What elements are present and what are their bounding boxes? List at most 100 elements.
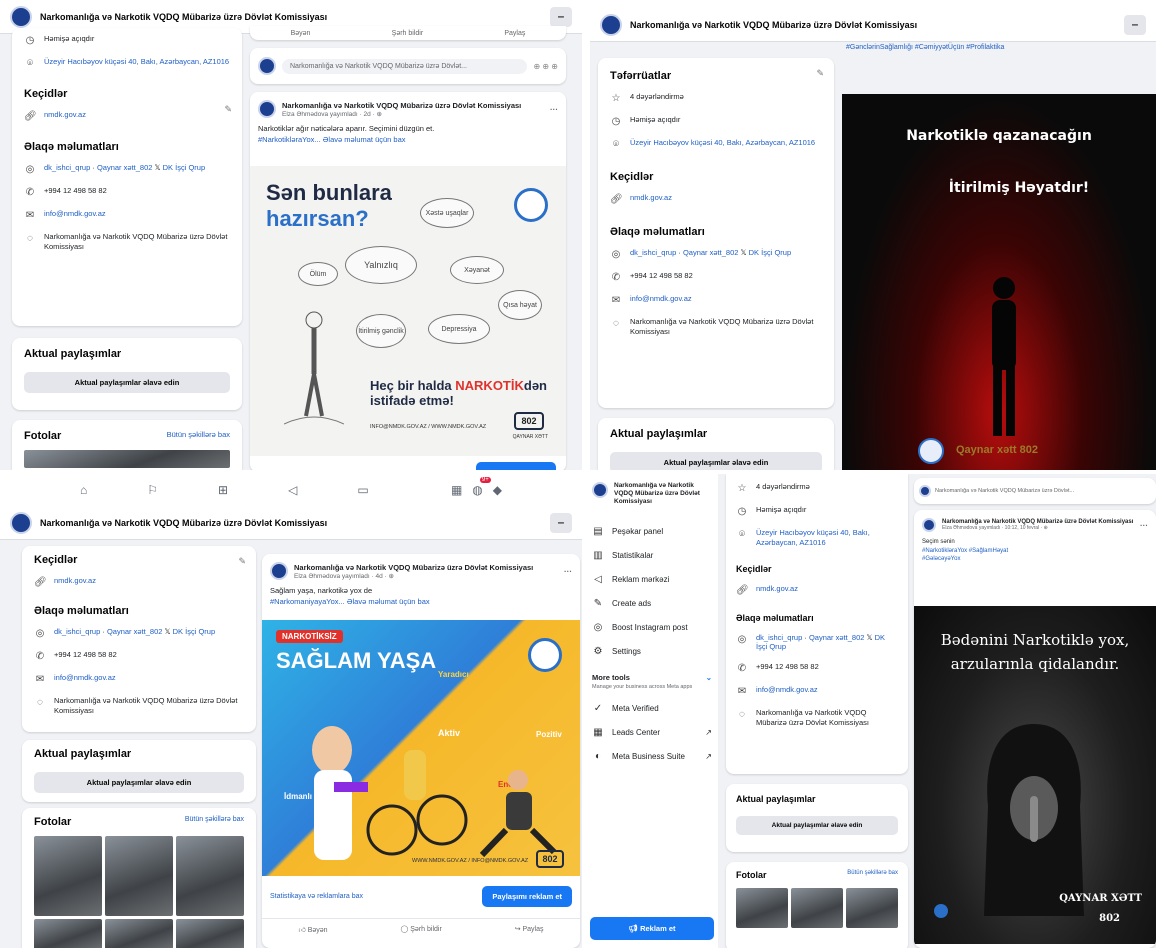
see-all-photos-link[interactable]: Bütün şəkillərə bax xyxy=(185,816,244,828)
post-meta: Elza Əhmədova yayımladı · 10:12, 10 fevr… xyxy=(942,525,1048,531)
address-row: ⌾ Üzeyir Hacıbəyov küçəsi 40, Bakı, Azərb… xyxy=(24,57,230,70)
share-button[interactable]: Paylaş xyxy=(504,30,525,37)
nav-page-title[interactable]: Narkomanlığa və Narkotik VQDQ Mübarizə ü… xyxy=(614,482,712,506)
marketplace-icon[interactable]: ⊞ xyxy=(218,483,228,497)
post-meta: Elza Əhmədova yayımladı · 4d · ⊕ xyxy=(294,572,394,580)
bell-icon[interactable]: ◆ xyxy=(493,483,502,497)
divider xyxy=(582,0,590,474)
edit-pencil-icon[interactable]: ✎ xyxy=(224,104,232,115)
notification-badge: 9+ xyxy=(479,477,491,483)
page-title: Narkomanlığa və Narkotik VQDQ Mübarizə ü… xyxy=(630,19,918,30)
comment-button[interactable]: Şərh bildir xyxy=(392,30,424,37)
see-all-photos-link[interactable]: Bütün şəkillərə bax xyxy=(847,870,898,880)
commission-emblem-icon xyxy=(918,438,944,464)
page-header: Narkomanlığa və Narkotik VQDQ Mübarizə ü… xyxy=(590,8,1156,42)
photo-thumbnail[interactable] xyxy=(846,888,898,928)
mail-icon: ✉ xyxy=(25,210,35,221)
page-logo xyxy=(10,511,32,534)
photo-thumbnail[interactable] xyxy=(105,919,173,948)
photo-thumbnail[interactable] xyxy=(736,888,788,928)
post-hashtags[interactable]: #NarkotikləraYox... Əlavə məlumat üçün b… xyxy=(258,135,558,145)
like-button[interactable]: 👍︎ Bəyən xyxy=(298,925,327,934)
phone-row: ✆ +994 12 498 58 82 xyxy=(737,662,819,674)
post-hashtags[interactable]: #GənclərinSağlamlığı #CəmiyyətÜçün #Prof… xyxy=(846,44,1096,51)
nav-item-ad-center[interactable]: ◁ Reklam mərkəzi xyxy=(592,574,712,585)
comment-button[interactable]: ◯ Şərh bildir xyxy=(400,925,441,934)
email-row: ✉ info@nmdk.gov.az xyxy=(737,685,818,697)
instagram-icon: ◎ xyxy=(25,164,35,175)
phone-icon: ✆ xyxy=(737,663,747,674)
phone-icon: ✆ xyxy=(35,651,45,662)
more-options-icon[interactable]: ··· xyxy=(1140,521,1148,530)
minimize-button[interactable]: – xyxy=(550,512,572,533)
composer-input[interactable]: Narkomanlığa və Narkotik VQDQ Mübarizə ü… xyxy=(935,488,1151,494)
minimize-button[interactable]: – xyxy=(1124,14,1146,35)
edit-pencil-icon[interactable]: ✎ xyxy=(238,556,246,567)
clock-icon: ◷ xyxy=(737,506,747,517)
nav-item-boost-instagram[interactable]: ◎ Boost Instagram post xyxy=(592,622,712,633)
boost-post-button[interactable]: Paylaşımı reklam et xyxy=(482,886,572,907)
messenger-icon[interactable]: ◍ 9+ xyxy=(472,477,491,497)
post-image: NARKOTİKSİZ SAĞLAM YAŞA Yaradıcı Aktiv P… xyxy=(262,620,580,876)
post-author[interactable]: Narkomanlığa və Narkotik VQDQ Mübarizə ü… xyxy=(282,101,521,110)
more-tools-section[interactable]: More tools ⌄ xyxy=(592,673,712,682)
insights-link[interactable]: Statistikaya və reklamlara bax xyxy=(270,893,363,900)
nav-item-business-suite[interactable]: ◐ Meta Business Suite ↗ xyxy=(592,751,712,762)
flag-icon[interactable]: ⚐ xyxy=(147,483,158,497)
more-options-icon[interactable]: ··· xyxy=(564,567,572,576)
add-featured-button[interactable]: Aktual paylaşımlar əlavə edin xyxy=(736,816,898,835)
post-card: Narkomanlığa və Narkotik VQDQ Mübarizə ü… xyxy=(914,510,1156,948)
screenshot-bottom-left: ⌂ ⚐ ⊞ ◁ ▭ ▦ ◍ 9+ ◆ Narkomanlığa və Narkot… xyxy=(0,474,582,948)
advertise-button[interactable]: 📢︎ Reklam et xyxy=(590,917,714,940)
bubble: Ölüm xyxy=(298,262,338,286)
post-author[interactable]: Narkomanlığa və Narkotik VQDQ Mübarizə ü… xyxy=(294,563,533,572)
photo-thumbnail[interactable] xyxy=(105,836,173,916)
more-options-icon[interactable]: ··· xyxy=(550,105,558,114)
minimize-button[interactable]: – xyxy=(550,6,572,27)
divider xyxy=(582,474,586,948)
details-heading: Təfərrüatlar xyxy=(610,70,672,82)
leads-icon: ▦ xyxy=(593,727,603,739)
ads-icon[interactable]: ◁ xyxy=(288,483,297,497)
photo-thumbnail[interactable] xyxy=(176,919,244,948)
add-featured-button[interactable]: Aktual paylaşımlar əlavə edin xyxy=(610,452,822,470)
location-pin-icon: ⌾ xyxy=(739,529,745,540)
external-link-icon: ↗ xyxy=(705,728,712,738)
share-button[interactable]: ↪ Paylaş xyxy=(515,925,544,934)
post-header: Narkomanlığa və Narkotik VQDQ Mübarizə ü… xyxy=(922,518,1148,532)
avatar xyxy=(258,57,276,75)
post-hashtags[interactable]: #NarkotikləraYox #SağlamHəyat #GələcəyəY… xyxy=(922,547,1012,563)
more-tools-subtitle: Manage your business across Meta apps xyxy=(592,684,693,691)
see-all-photos-link[interactable]: Bütün şəkillərə bax xyxy=(167,430,230,442)
nav-item-professional-dashboard[interactable]: ▤ Peşəkar panel xyxy=(592,526,712,537)
boost-button-partial[interactable] xyxy=(476,462,556,470)
post-hashtags[interactable]: #NarkomaniyayaYox... Əlavə məlumat üçün … xyxy=(270,597,572,607)
composer-icons[interactable]: ⊕ ⊕ ⊕ xyxy=(533,62,558,71)
photo-thumbnail[interactable] xyxy=(791,888,843,928)
social-row: ◎ dk_ishci_qrup · Qaynar xətt_802 𝕏 DK İş… xyxy=(25,163,206,175)
athletes-illustration-icon xyxy=(312,726,557,860)
apps-grid-icon[interactable]: ▦ xyxy=(451,483,462,497)
nav-item-leads-center[interactable]: ▦ Leads Center ↗ xyxy=(592,727,712,738)
links-heading: Keçidlər xyxy=(610,171,654,183)
nav-item-meta-verified[interactable]: ✓ Meta Verified xyxy=(592,703,712,714)
nav-item-settings[interactable]: ⚙ Settings xyxy=(592,646,712,657)
add-featured-button[interactable]: Aktual paylaşımlar əlavə edin xyxy=(24,372,230,393)
photo-thumbnail[interactable] xyxy=(34,919,102,948)
star-icon: ☆ xyxy=(737,483,747,494)
nav-item-create-ads[interactable]: ✎ Create ads xyxy=(592,598,712,609)
edit-pencil-icon[interactable]: ✎ xyxy=(816,68,824,79)
photo-thumbnail[interactable] xyxy=(34,836,102,916)
email-row: ✉ info@nmdk.gov.az xyxy=(611,294,692,306)
nav-item-insights[interactable]: ▥ Statistikalar xyxy=(592,550,712,561)
poster-footer: WWW.NMDK.GOV.AZ / INFO@NMDK.GOV.AZ xyxy=(412,858,529,864)
composer-input[interactable]: Narkomanlığa və Narkotik VQDQ Mübarizə ü… xyxy=(282,58,528,74)
like-button[interactable]: Bəyən xyxy=(291,30,311,37)
photos-card: Fotolar Bütün şəkillərə bax xyxy=(726,862,908,948)
photo-thumbnail[interactable] xyxy=(176,836,244,916)
add-featured-button[interactable]: Aktual paylaşımlar əlavə edin xyxy=(34,772,244,793)
home-icon[interactable]: ⌂ xyxy=(80,483,87,497)
gaming-icon[interactable]: ▭ xyxy=(357,483,368,497)
chevron-down-icon: ⌄ xyxy=(705,673,712,683)
instagram-icon: ◎ xyxy=(35,628,45,639)
